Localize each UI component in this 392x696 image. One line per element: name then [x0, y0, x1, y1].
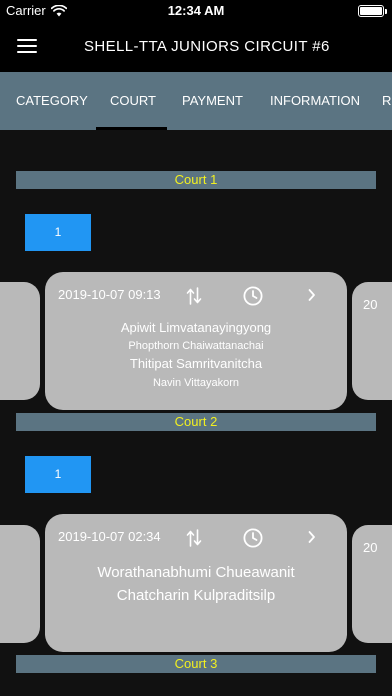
- swap-icon[interactable]: [186, 529, 202, 547]
- clock-icon[interactable]: [242, 527, 264, 549]
- next-match-date-partial: 20: [363, 297, 378, 312]
- tab-payment[interactable]: PAYMENT: [182, 93, 243, 108]
- player-name: Thitipat Samritvanitcha: [129, 356, 263, 371]
- next-match-card[interactable]: 20: [352, 525, 392, 643]
- court-header: Court 2: [16, 413, 376, 431]
- tab-partial[interactable]: RE: [382, 93, 392, 108]
- tab-bar: CATEGORY COURT PAYMENT INFORMATION RE: [0, 72, 392, 130]
- battery-icon: [358, 5, 387, 17]
- tab-court[interactable]: COURT: [110, 93, 156, 108]
- nav-bar: SHELL-TTA JUNIORS CIRCUIT #6: [0, 22, 392, 72]
- next-match-date-partial: 20: [363, 540, 378, 555]
- match-card[interactable]: 2019-10-07 02:34 Worathanabhumi Chueawan…: [45, 514, 347, 652]
- clock-icon[interactable]: [242, 285, 264, 307]
- battery-cap: [385, 9, 387, 14]
- court-header: Court 1: [16, 171, 376, 189]
- match-datetime: 2019-10-07 02:34: [58, 529, 161, 544]
- player-name: Phopthorn Chaiwattanachai: [128, 340, 264, 352]
- hamburger-icon[interactable]: [17, 39, 37, 55]
- previous-match-card[interactable]: [0, 525, 40, 643]
- player-name: Navin Vittayakorn: [152, 377, 239, 389]
- tab-category[interactable]: CATEGORY: [16, 93, 88, 108]
- status-time: 12:34 AM: [167, 3, 225, 18]
- previous-match-card[interactable]: [0, 282, 40, 400]
- next-match-card[interactable]: 20: [352, 282, 392, 400]
- swap-icon[interactable]: [186, 287, 202, 305]
- court-list[interactable]: Court 1 1 2019-10-07 09:13 Apiwit Limvat…: [0, 130, 392, 696]
- match-datetime: 2019-10-07 09:13: [58, 287, 161, 302]
- status-bar: Carrier 12:34 AM: [0, 0, 392, 22]
- chevron-right-icon[interactable]: [307, 288, 317, 302]
- tab-information[interactable]: INFORMATION: [270, 93, 360, 108]
- round-button[interactable]: 1: [25, 456, 91, 493]
- page-title: SHELL-TTA JUNIORS CIRCUIT #6: [84, 38, 330, 55]
- player-name: Chatcharin Kulpraditsilp: [116, 587, 276, 604]
- court-header: Court 3: [16, 655, 376, 673]
- round-button[interactable]: 1: [25, 214, 91, 251]
- player-name: Worathanabhumi Chueawanit: [97, 564, 295, 581]
- battery-level: [360, 7, 382, 15]
- match-card[interactable]: 2019-10-07 09:13 Apiwit Limvatanayingyon…: [45, 272, 347, 410]
- chevron-right-icon[interactable]: [307, 530, 317, 544]
- player-name: Apiwit Limvatanayingyong: [120, 320, 272, 335]
